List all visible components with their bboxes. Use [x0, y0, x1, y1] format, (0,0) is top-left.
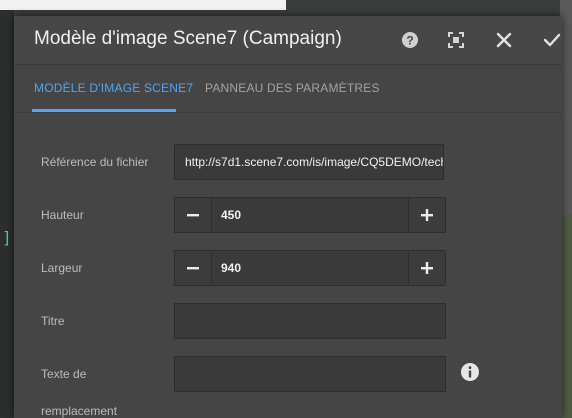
tab-settings-panel[interactable]: PANNEAU DES PARAMÈTRES [205, 81, 380, 95]
help-icon[interactable]: ? [398, 28, 422, 52]
width-label: Largeur [41, 261, 83, 275]
fullscreen-icon[interactable] [444, 28, 468, 52]
width-increment-button[interactable] [408, 251, 445, 285]
alt-text-input[interactable] [174, 356, 446, 392]
reference-input[interactable]: http://s7d1.scene7.com/is/image/CQ5DEMO/… [174, 144, 444, 180]
alt-text-label: Texte de [41, 367, 87, 381]
width-decrement-button[interactable] [175, 251, 212, 285]
tab-bar: MODÈLE D'IMAGE SCENE7 PANNEAU DES PARAMÈ… [14, 64, 562, 113]
svg-text:?: ? [406, 34, 413, 48]
dialog-title: Modèle d'image Scene7 (Campaign) [34, 28, 342, 49]
checkmark-icon[interactable] [540, 28, 562, 52]
image-template-dialog: Modèle d'image Scene7 (Campaign) ? MODÈL… [14, 16, 562, 418]
dialog-header: Modèle d'image Scene7 (Campaign) ? [14, 16, 562, 65]
width-value[interactable]: 940 [221, 251, 241, 285]
height-decrement-button[interactable] [175, 198, 212, 232]
close-icon[interactable] [492, 28, 516, 52]
width-stepper: 940 [174, 250, 446, 286]
background-page-top [0, 0, 286, 10]
active-tab-indicator [32, 109, 176, 112]
height-increment-button[interactable] [408, 198, 445, 232]
height-value[interactable]: 450 [221, 198, 241, 232]
tab-image-template[interactable]: MODÈLE D'IMAGE SCENE7 [34, 81, 193, 95]
title-input[interactable] [174, 303, 446, 339]
background-page-left [0, 10, 14, 418]
reference-label: Référence du fichier [41, 155, 149, 169]
height-label: Hauteur [41, 208, 84, 222]
alt-text-label-continued: remplacement [41, 404, 118, 418]
background-code-bracket: ] [2, 228, 12, 247]
info-icon[interactable] [460, 362, 480, 382]
height-stepper: 450 [174, 197, 446, 233]
title-label: Titre [41, 314, 65, 328]
